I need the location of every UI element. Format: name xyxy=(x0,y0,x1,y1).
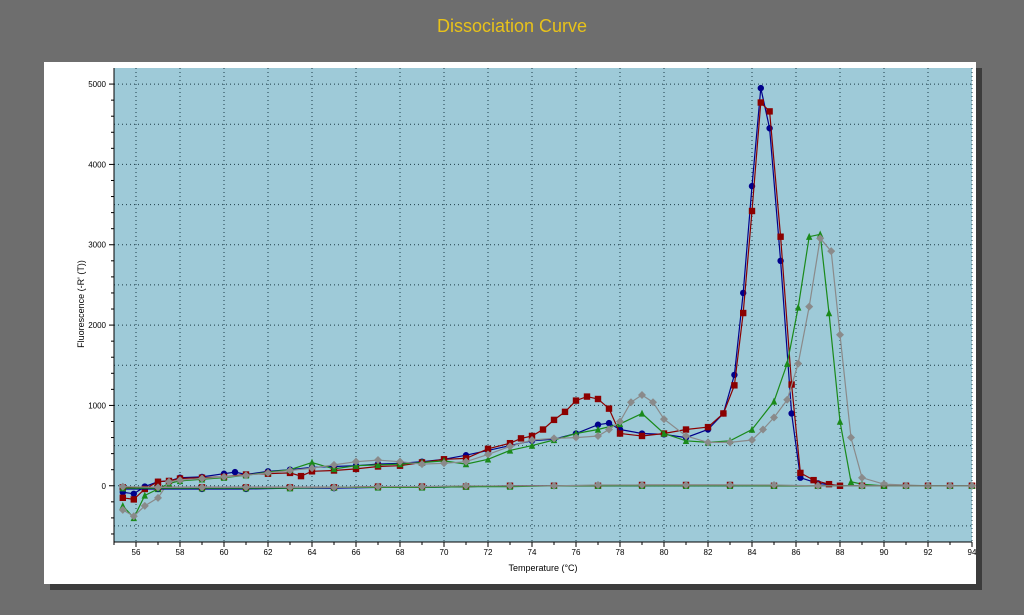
data-point xyxy=(594,395,602,403)
data-point xyxy=(550,416,558,424)
x-tick-label: 94 xyxy=(968,548,976,557)
chart-panel: 56 58 60 62 64 66 68 70 72 74 76 78 80 82 84 86 88 90 92 94… xyxy=(44,62,976,584)
data-point xyxy=(572,397,580,404)
x-tick-label: 68 xyxy=(396,548,405,557)
y-tick-label: 0 xyxy=(102,482,107,491)
x-tick-label: 58 xyxy=(176,548,185,557)
y-tick-label: 2000 xyxy=(88,321,106,330)
x-tick-label: 64 xyxy=(308,548,317,557)
data-point xyxy=(605,405,613,412)
chart-title: Dissociation Curve xyxy=(436,16,588,36)
data-point xyxy=(704,423,712,431)
x-tick-label: 66 xyxy=(352,548,361,557)
x-tick-label: 60 xyxy=(220,548,229,557)
x-axis-label: Temperature (°C) xyxy=(508,563,577,573)
data-point xyxy=(561,408,569,416)
x-tick-label: 92 xyxy=(924,548,933,557)
data-point xyxy=(748,207,756,215)
data-point xyxy=(720,410,727,417)
plot-area xyxy=(114,68,972,542)
x-tick-label: 88 xyxy=(836,548,845,557)
y-axis-label: Fluorescence (-R' (T)) xyxy=(76,260,86,348)
data-point xyxy=(231,468,239,476)
x-tick-label: 90 xyxy=(880,548,889,557)
data-point xyxy=(810,476,817,484)
data-point xyxy=(119,494,126,502)
x-tick-label: 76 xyxy=(572,548,581,557)
x-tick-label: 56 xyxy=(132,548,141,557)
y-tick-label: 4000 xyxy=(88,160,106,169)
data-point xyxy=(731,382,738,389)
x-tick-label: 80 xyxy=(660,548,669,557)
data-point xyxy=(130,490,137,497)
x-tick-label: 86 xyxy=(792,548,801,557)
x-tick-label: 82 xyxy=(704,548,713,557)
data-point xyxy=(605,419,613,427)
data-point xyxy=(777,233,784,240)
data-point xyxy=(616,430,624,437)
x-tick-label: 70 xyxy=(440,548,449,557)
data-point xyxy=(797,469,804,477)
data-point xyxy=(297,472,305,480)
data-point xyxy=(740,309,747,317)
data-point xyxy=(583,393,591,400)
x-tick-label: 72 xyxy=(484,548,493,557)
data-point xyxy=(539,426,547,433)
data-point xyxy=(682,426,690,433)
data-point xyxy=(766,108,773,115)
x-tick-label: 74 xyxy=(528,548,537,557)
y-tick-label: 5000 xyxy=(88,80,106,89)
data-point xyxy=(638,432,646,440)
data-point xyxy=(757,84,764,92)
data-point xyxy=(517,435,525,442)
x-tick-label: 78 xyxy=(616,548,625,557)
data-point xyxy=(130,496,137,503)
x-tick-label: 62 xyxy=(264,548,273,557)
chart-svg: 56 58 60 62 64 66 68 70 72 74 76 78 80 82 84 86 88 90 92 94… xyxy=(76,68,976,573)
x-tick-label: 84 xyxy=(748,548,757,557)
data-point xyxy=(731,371,738,379)
data-point xyxy=(757,99,764,106)
y-tick-label: 1000 xyxy=(88,401,106,410)
y-tick-label: 3000 xyxy=(88,241,106,250)
